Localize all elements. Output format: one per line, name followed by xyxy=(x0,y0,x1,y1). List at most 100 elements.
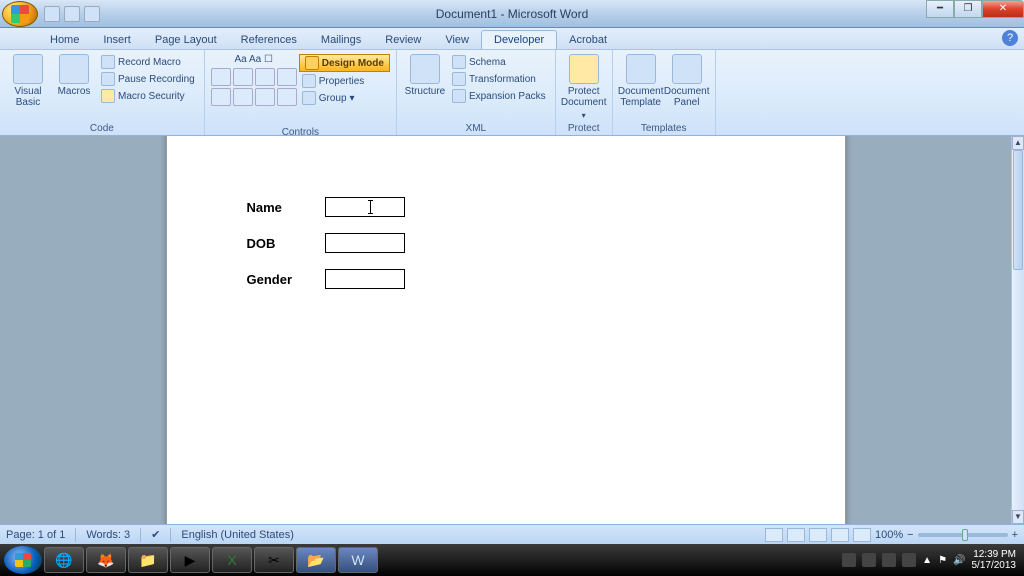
minimize-button[interactable]: ━ xyxy=(926,0,954,18)
transformation-icon xyxy=(452,72,466,86)
document-panel-button[interactable]: Document Panel xyxy=(665,52,709,122)
zoom-in-button[interactable]: + xyxy=(1012,529,1018,541)
ribbon: Visual Basic Macros Record Macro Pause R… xyxy=(0,50,1024,136)
document-page[interactable]: Name DOB Gender xyxy=(166,136,846,524)
macro-security-button[interactable]: Macro Security xyxy=(98,88,198,104)
tab-acrobat[interactable]: Acrobat xyxy=(557,31,619,49)
design-mode-icon xyxy=(305,56,319,70)
tray-icon[interactable] xyxy=(842,553,856,567)
group-label-templates: Templates xyxy=(619,122,709,134)
status-page[interactable]: Page: 1 of 1 xyxy=(6,529,65,541)
text-cursor-icon xyxy=(370,200,371,214)
taskbar-media-icon[interactable]: ▶ xyxy=(170,547,210,573)
expansion-icon xyxy=(452,89,466,103)
view-print-layout-button[interactable] xyxy=(765,528,783,542)
office-button[interactable] xyxy=(2,1,38,27)
zoom-level[interactable]: 100% xyxy=(875,529,903,541)
taskbar: 🌐 🦊 📁 ▶ X ✂ 📂 W ▲ ⚑ 🔊 12:39 PM 5/17/2013 xyxy=(0,544,1024,576)
zoom-slider[interactable] xyxy=(918,533,1008,537)
close-button[interactable]: ✕ xyxy=(982,0,1024,18)
scroll-down-icon[interactable]: ▼ xyxy=(1012,510,1024,524)
view-web-layout-button[interactable] xyxy=(809,528,827,542)
tray-flag-icon[interactable]: ⚑ xyxy=(938,555,947,566)
zoom-out-button[interactable]: − xyxy=(907,529,913,541)
record-macro-button[interactable]: Record Macro xyxy=(98,54,198,70)
macros-button[interactable]: Macros xyxy=(52,52,96,122)
tray-volume-icon[interactable]: 🔊 xyxy=(953,555,965,566)
system-clock[interactable]: 12:39 PM 5/17/2013 xyxy=(972,549,1017,571)
zoom-thumb[interactable] xyxy=(962,529,968,541)
group-button[interactable]: Group ▾ xyxy=(299,90,390,106)
scroll-up-icon[interactable]: ▲ xyxy=(1012,136,1024,150)
name-field[interactable] xyxy=(325,197,405,217)
record-icon xyxy=(101,55,115,69)
group-label-code: Code xyxy=(6,122,198,134)
maximize-button[interactable]: ❐ xyxy=(954,0,982,18)
vertical-scrollbar[interactable]: ▲ ▼ xyxy=(1011,136,1024,524)
taskbar-excel-icon[interactable]: X xyxy=(212,547,252,573)
taskbar-firefox-icon[interactable]: 🦊 xyxy=(86,547,126,573)
gender-field[interactable] xyxy=(325,269,405,289)
group-label-xml: XML xyxy=(403,122,549,134)
design-mode-button[interactable]: Design Mode xyxy=(299,54,390,72)
structure-button[interactable]: Structure xyxy=(403,52,447,122)
tab-insert[interactable]: Insert xyxy=(91,31,143,49)
tab-home[interactable]: Home xyxy=(38,31,91,49)
protect-document-button[interactable]: Protect Document▾ xyxy=(562,52,606,122)
panel-icon xyxy=(672,54,702,84)
tab-view[interactable]: View xyxy=(433,31,481,49)
visual-basic-button[interactable]: Visual Basic xyxy=(6,52,50,122)
pause-icon xyxy=(101,72,115,86)
qat-save-icon[interactable] xyxy=(44,6,60,22)
taskbar-chrome-icon[interactable]: 🌐 xyxy=(44,547,84,573)
tab-review[interactable]: Review xyxy=(373,31,433,49)
taskbar-snip-icon[interactable]: ✂ xyxy=(254,547,294,573)
tray-icon[interactable] xyxy=(902,553,916,567)
help-icon[interactable]: ? xyxy=(1002,30,1018,46)
security-icon xyxy=(101,89,115,103)
start-button[interactable] xyxy=(4,546,42,574)
ribbon-tabs: Home Insert Page Layout References Maili… xyxy=(0,28,1024,50)
protect-icon xyxy=(569,54,599,84)
tray-expand-icon[interactable]: ▲ xyxy=(922,555,932,566)
status-bar: Page: 1 of 1 Words: 3 ✔ English (United … xyxy=(0,524,1024,544)
gender-label: Gender xyxy=(247,272,325,287)
tab-mailings[interactable]: Mailings xyxy=(309,31,373,49)
schema-button[interactable]: Schema xyxy=(449,54,549,70)
status-words[interactable]: Words: 3 xyxy=(86,529,130,541)
properties-icon xyxy=(302,74,316,88)
status-language[interactable]: English (United States) xyxy=(181,529,294,541)
scroll-thumb[interactable] xyxy=(1013,150,1023,270)
dob-label: DOB xyxy=(247,236,325,251)
properties-button[interactable]: Properties xyxy=(299,73,390,89)
qat-undo-icon[interactable] xyxy=(64,6,80,22)
transformation-button[interactable]: Transformation xyxy=(449,71,549,87)
taskbar-folder-icon[interactable]: 📂 xyxy=(296,547,336,573)
document-area: Name DOB Gender xyxy=(0,136,1011,524)
expansion-packs-button[interactable]: Expansion Packs xyxy=(449,88,549,104)
view-draft-button[interactable] xyxy=(853,528,871,542)
taskbar-explorer-icon[interactable]: 📁 xyxy=(128,547,168,573)
structure-icon xyxy=(410,54,440,84)
taskbar-word-icon[interactable]: W xyxy=(338,547,378,573)
template-icon xyxy=(626,54,656,84)
dob-field[interactable] xyxy=(325,233,405,253)
view-full-screen-button[interactable] xyxy=(787,528,805,542)
tray-icon[interactable] xyxy=(862,553,876,567)
view-outline-button[interactable] xyxy=(831,528,849,542)
tab-developer[interactable]: Developer xyxy=(481,30,557,49)
tab-page-layout[interactable]: Page Layout xyxy=(143,31,229,49)
macros-icon xyxy=(59,54,89,84)
tray-icon[interactable] xyxy=(882,553,896,567)
qat-redo-icon[interactable] xyxy=(84,6,100,22)
schema-icon xyxy=(452,55,466,69)
group-icon xyxy=(302,91,316,105)
tab-references[interactable]: References xyxy=(229,31,309,49)
visual-basic-icon xyxy=(13,54,43,84)
document-template-button[interactable]: Document Template xyxy=(619,52,663,122)
control-gallery[interactable] xyxy=(211,65,297,126)
name-label: Name xyxy=(247,200,325,215)
spellcheck-icon[interactable]: ✔ xyxy=(151,528,160,541)
pause-recording-button[interactable]: Pause Recording xyxy=(98,71,198,87)
group-label-protect: Protect xyxy=(562,122,606,134)
